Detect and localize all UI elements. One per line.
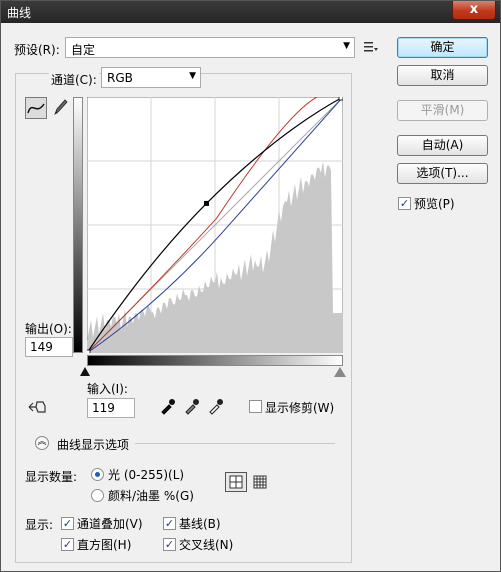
channel-overlays-checkbox[interactable]: ✓ [61, 517, 74, 530]
output-value: 149 [30, 340, 53, 354]
smooth-button[interactable]: 平滑(M) [397, 100, 488, 121]
input-field[interactable]: 119 [87, 398, 135, 418]
grid-10-icon[interactable] [251, 473, 269, 491]
gray-eyedropper-icon[interactable] [183, 397, 201, 415]
input-gradient-bar [87, 355, 343, 366]
output-label: 输出(O): [25, 322, 72, 336]
pigment-label: 颜料/油墨 %(G) [108, 489, 194, 503]
chevron-down-icon: ▼ [189, 71, 196, 81]
channel-value: RGB [107, 71, 133, 85]
pencil-icon[interactable] [51, 97, 69, 117]
histogram-label: 直方图(H) [77, 538, 132, 552]
channel-overlays-label: 通道叠加(V) [77, 517, 143, 531]
white-point-slider[interactable] [334, 367, 346, 377]
black-point-slider[interactable] [80, 367, 90, 376]
curve-endpoint-black[interactable] [87, 349, 91, 353]
input-value: 119 [92, 401, 115, 415]
auto-button[interactable]: 自动(A) [397, 135, 488, 156]
section-divider [135, 443, 335, 444]
preview-checkbox[interactable]: ✓ [398, 197, 411, 210]
light-radio[interactable] [91, 468, 104, 481]
intersection-line-checkbox[interactable]: ✓ [163, 538, 176, 551]
baseline-label: 基线(B) [179, 517, 221, 531]
channel-select[interactable]: RGB ▼ [101, 67, 201, 88]
white-eyedropper-icon[interactable] [207, 397, 225, 415]
options-button[interactable]: 选项(T)... [397, 163, 488, 184]
curves-dialog: 曲线 x 预设(R): 自定 ▼ 确定 取消 平滑(M) 自动(A) 选项(T)… [0, 0, 501, 572]
close-button[interactable]: x [452, 1, 496, 20]
channel-label: 通道(C): [49, 71, 99, 88]
expand-icon[interactable]: ︽ [35, 436, 49, 450]
output-field[interactable]: 149 [25, 337, 73, 357]
curve-endpoint-white[interactable] [338, 97, 343, 101]
pigment-radio[interactable] [91, 489, 104, 502]
show-amount-label: 显示数量: [25, 470, 78, 484]
histogram-checkbox[interactable]: ✓ [61, 538, 74, 551]
output-gradient-bar [73, 97, 83, 353]
curve-display-title: 曲线显示选项 [57, 438, 130, 452]
baseline-checkbox[interactable]: ✓ [163, 517, 176, 530]
title-bar: 曲线 x [1, 1, 500, 23]
intersection-line-label: 交叉线(N) [179, 538, 234, 552]
ok-button[interactable]: 确定 [397, 37, 488, 58]
preset-menu-icon[interactable] [363, 39, 379, 55]
window-title: 曲线 [7, 6, 32, 20]
target-adjust-icon[interactable] [27, 398, 49, 416]
show-label: 显示: [25, 518, 54, 532]
input-label: 输入(I): [87, 382, 128, 396]
cancel-button[interactable]: 取消 [397, 65, 488, 86]
black-eyedropper-icon[interactable] [159, 397, 177, 415]
light-label: 光 (0-255)(L) [108, 468, 185, 482]
preset-value: 自定 [71, 43, 96, 57]
chevron-down-icon: ▼ [343, 41, 350, 51]
show-clipping-label: 显示修剪(W) [265, 401, 335, 415]
show-clipping-checkbox[interactable] [249, 400, 262, 413]
preset-label: 预设(R): [14, 43, 60, 57]
curve-tool-icon[interactable] [25, 97, 47, 119]
curves-graph[interactable] [87, 97, 343, 353]
curve-control-point[interactable] [203, 200, 209, 206]
preview-label: 预览(P) [414, 197, 455, 211]
preset-select[interactable]: 自定 ▼ [65, 37, 355, 58]
grid-4-icon[interactable] [225, 472, 247, 492]
